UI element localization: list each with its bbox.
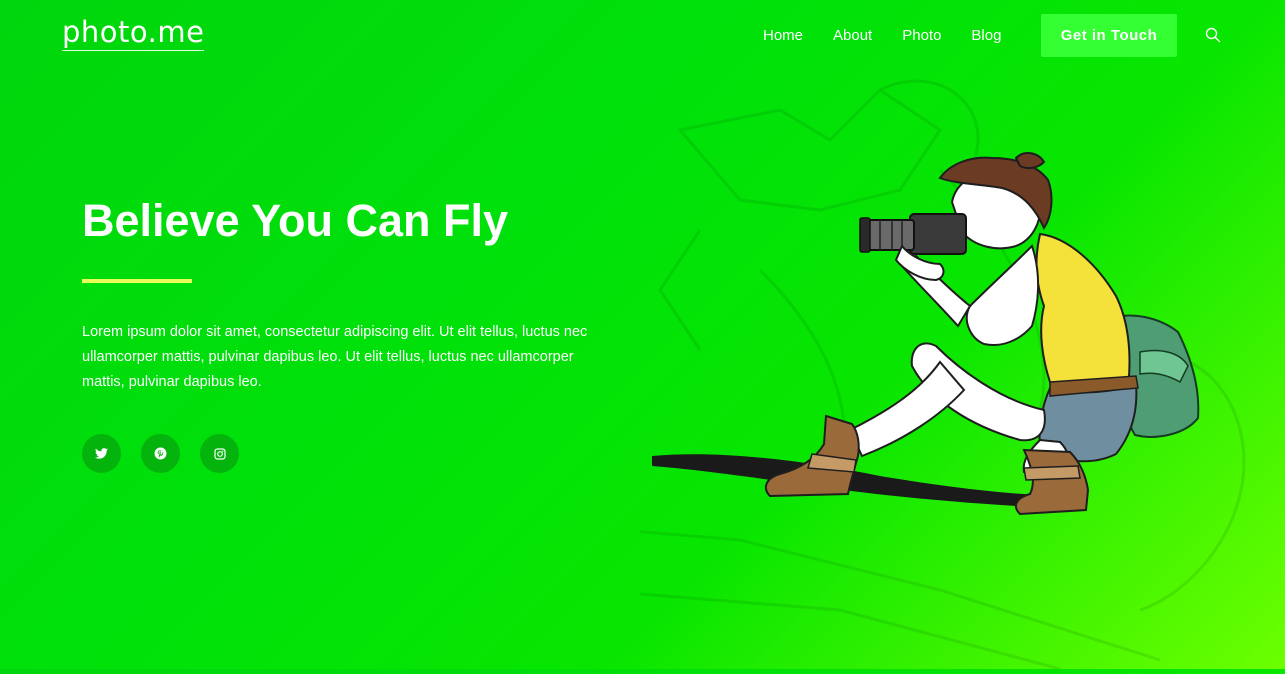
get-in-touch-button[interactable]: Get in Touch bbox=[1041, 14, 1177, 57]
instagram-icon[interactable] bbox=[200, 434, 239, 473]
social-links bbox=[82, 434, 239, 473]
hero-description: Lorem ipsum dolor sit amet, consectetur … bbox=[82, 324, 588, 390]
main-nav: Home About Photo Blog bbox=[763, 26, 1031, 46]
site-header: photo.me Home About Photo Blog Get in To… bbox=[0, 0, 1285, 72]
nav-item-blog[interactable]: Blog bbox=[971, 26, 1001, 46]
search-icon[interactable] bbox=[1205, 27, 1223, 45]
title-underline bbox=[82, 279, 192, 283]
nav-item-photo[interactable]: Photo bbox=[902, 26, 941, 46]
nav-item-home[interactable]: Home bbox=[763, 26, 803, 46]
twitter-icon[interactable] bbox=[82, 434, 121, 473]
site-logo[interactable]: photo.me bbox=[62, 14, 205, 51]
hero-title: Believe You Can Fly bbox=[82, 195, 508, 246]
pinterest-icon[interactable] bbox=[141, 434, 180, 473]
nav-item-about[interactable]: About bbox=[833, 26, 872, 46]
photographer-illustration bbox=[259, 70, 1260, 671]
